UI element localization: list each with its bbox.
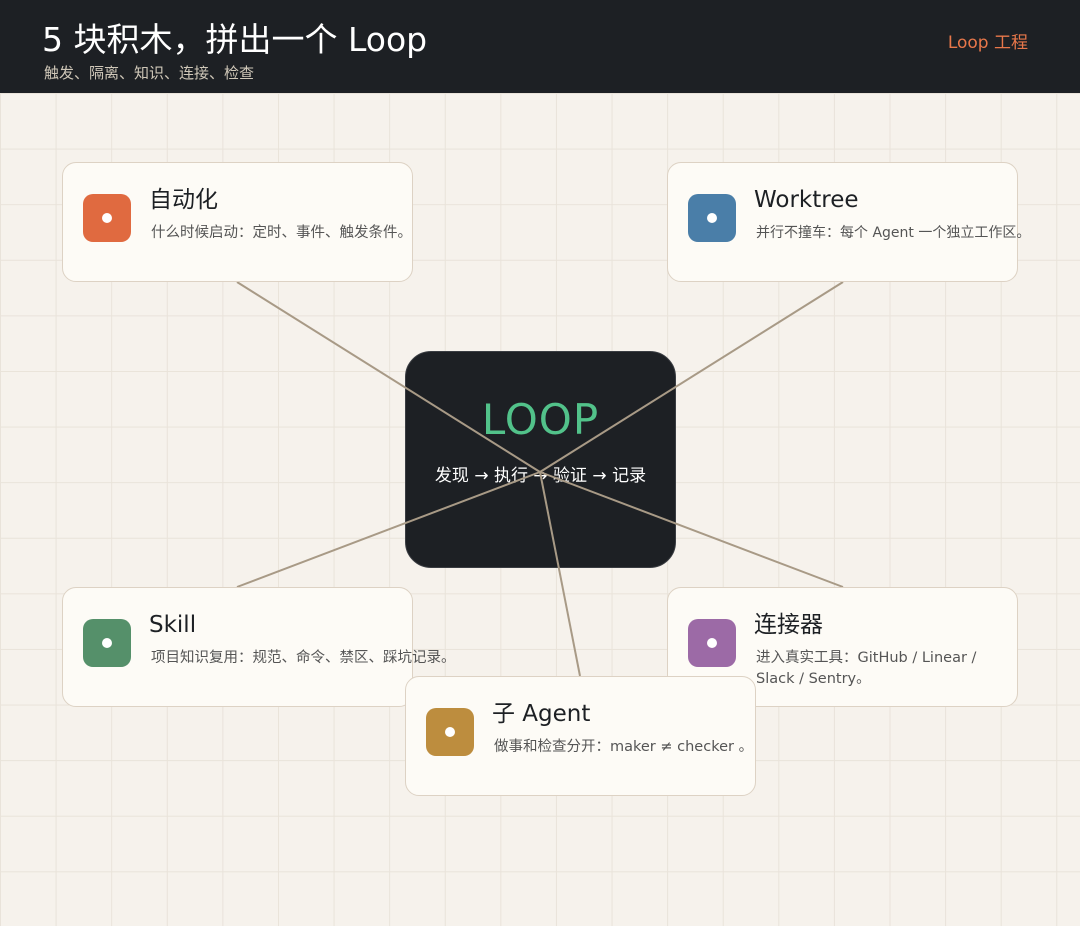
card-title: 自动化 <box>149 187 218 213</box>
connector-icon <box>688 619 736 667</box>
card-description: 做事和检查分开：maker ≠ checker 。 <box>494 739 754 755</box>
page-subtitle: 触发、隔离、知识、连接、检查 <box>44 64 255 82</box>
page-title: 5 块积木，拼出一个 Loop <box>42 20 428 59</box>
sub-agent-icon <box>426 708 474 756</box>
loop-flow: 发现 → 执行 → 验证 → 记录 <box>434 466 647 486</box>
card-description: 进入真实工具：GitHub / Linear / Slack / Sentry。 <box>756 650 977 687</box>
card-title: Skill <box>149 612 197 638</box>
loop-title: LOOP <box>481 395 600 444</box>
card-description: 项目知识复用：规范、命令、禁区、踩坑记录。 <box>151 650 456 666</box>
loop-hub: LOOP 发现 → 执行 → 验证 → 记录 <box>405 351 676 568</box>
card-title: 连接器 <box>754 612 823 638</box>
icon-dot <box>707 213 717 223</box>
card-description: 什么时候启动：定时、事件、触发条件。 <box>151 225 412 241</box>
icon-dot <box>445 727 455 737</box>
card-sub-agent[interactable]: 子 Agent 做事和检查分开：maker ≠ checker 。 <box>405 676 756 796</box>
card-description: 并行不撞车：每个 Agent 一个独立工作区。 <box>756 225 1031 241</box>
automation-icon <box>83 194 131 242</box>
card-worktree[interactable]: Worktree 并行不撞车：每个 Agent 一个独立工作区。 <box>667 162 1030 282</box>
card-skill[interactable]: Skill 项目知识复用：规范、命令、禁区、踩坑记录。 <box>62 587 456 707</box>
icon-dot <box>102 638 112 648</box>
skill-icon <box>83 619 131 667</box>
header-bar: 5 块积木，拼出一个 Loop 触发、隔离、知识、连接、检查 Loop 工程 <box>0 0 1080 93</box>
worktree-icon <box>688 194 736 242</box>
icon-dot <box>707 638 717 648</box>
loop-engineering-link[interactable]: Loop 工程 <box>948 32 1028 54</box>
card-automation[interactable]: 自动化 什么时候启动：定时、事件、触发条件。 <box>62 162 413 282</box>
card-title: Worktree <box>754 187 859 213</box>
icon-dot <box>102 213 112 223</box>
card-title: 子 Agent <box>492 701 591 727</box>
